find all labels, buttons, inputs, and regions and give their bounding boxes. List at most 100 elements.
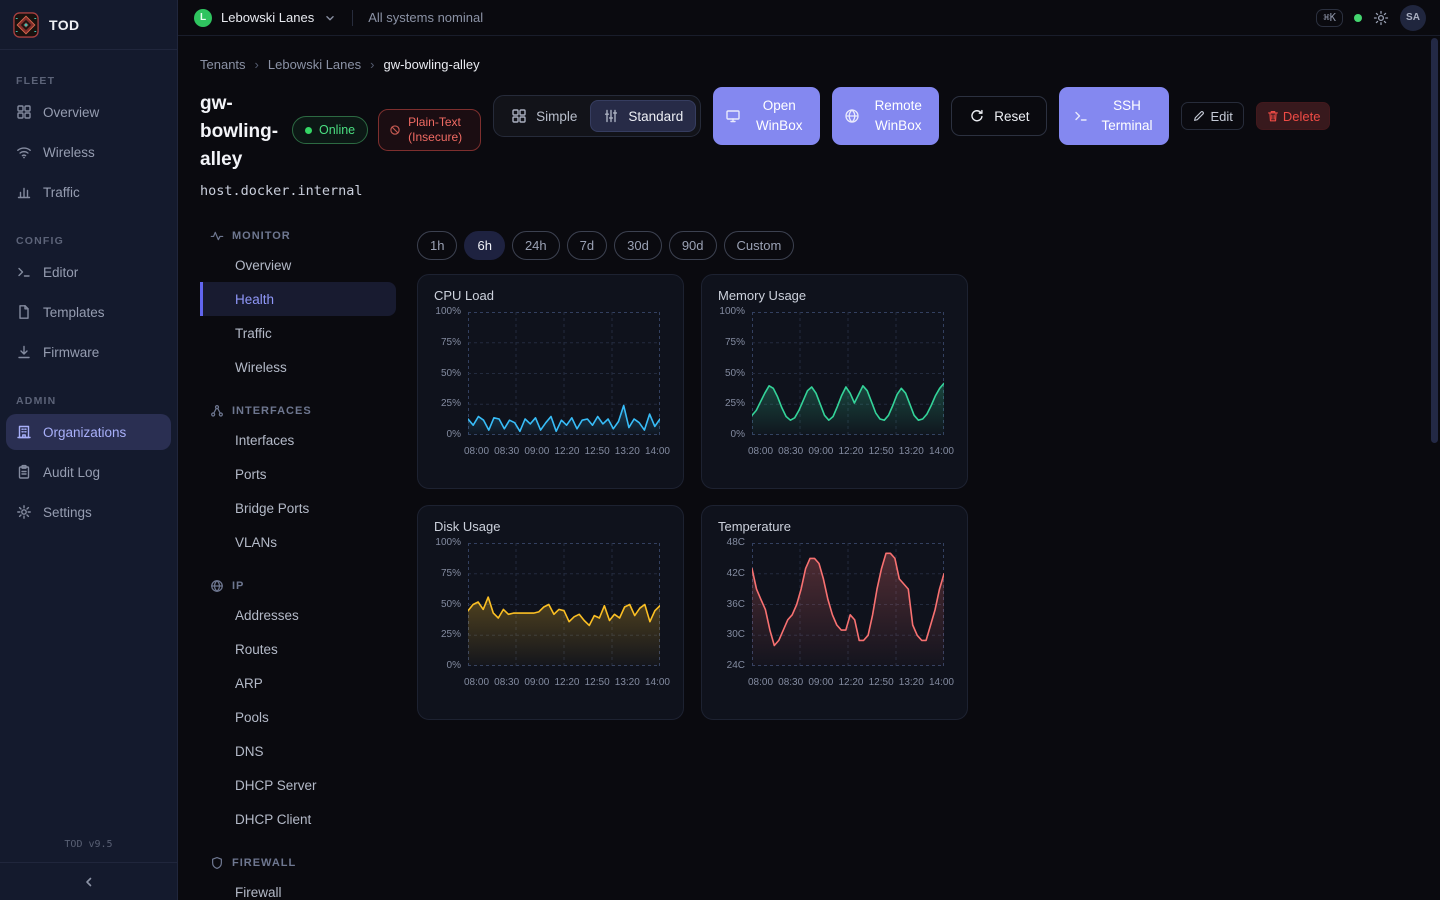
device-nav-item-vlans[interactable]: VLANs [200, 525, 396, 559]
device-host: host.docker.internal [200, 183, 1420, 199]
device-nav-item-routes[interactable]: Routes [200, 632, 396, 666]
remote-winbox-label: Remote WinBox [869, 96, 927, 136]
time-range-30d[interactable]: 30d [614, 231, 662, 260]
sidebar-item-settings[interactable]: Settings [6, 494, 171, 530]
chart-disk-usage: 100%75%50%25%0% [434, 543, 667, 671]
view-mode-simple[interactable]: Simple [498, 100, 590, 132]
breadcrumb-tenants[interactable]: Tenants [200, 57, 246, 72]
ssh-terminal-button[interactable]: SSH Terminal [1059, 87, 1169, 145]
device-nav-section-firewall: FIREWALL [200, 856, 396, 870]
sidebar-item-label: Audit Log [43, 465, 100, 480]
open-winbox-label: Open WinBox [750, 96, 808, 136]
simple-label: Simple [536, 109, 577, 124]
x-axis-labels: 08:0008:3009:0012:2012:5013:2014:00 [748, 677, 954, 688]
device-nav-item-wireless[interactable]: Wireless [200, 350, 396, 384]
user-avatar[interactable]: SA [1400, 5, 1426, 31]
chart-card-memory-usage: Memory Usage 100%75%50%25%0% 08:0008:300… [701, 274, 968, 489]
view-mode-standard[interactable]: Standard [590, 100, 696, 132]
insecure-badge-label: Plain-Text (Insecure) [408, 115, 470, 145]
device-nav-section-monitor: MONITOR [200, 229, 396, 243]
chart-plot-memory-usage [752, 312, 944, 435]
chart-plot-cpu-load [468, 312, 660, 435]
reset-button[interactable]: Reset [951, 96, 1047, 136]
delete-button[interactable]: Delete [1256, 102, 1331, 130]
chevron-down-icon [323, 11, 337, 25]
device-nav-item-bridge-ports[interactable]: Bridge Ports [200, 491, 396, 525]
y-axis-labels: 100%75%50%25%0% [718, 307, 752, 440]
device-nav-item-interfaces[interactable]: Interfaces [200, 423, 396, 457]
sidebar-item-editor[interactable]: Editor [6, 254, 171, 290]
chart-temperature: 48C42C36C30C24C [718, 543, 951, 671]
tenant-selector[interactable]: L Lebowski Lanes [194, 9, 337, 27]
reset-label: Reset [994, 109, 1029, 124]
chart-title-temperature: Temperature [718, 519, 951, 534]
time-range-90d[interactable]: 90d [669, 231, 717, 260]
sidebar-item-templates[interactable]: Templates [6, 294, 171, 330]
topbar-divider [352, 10, 353, 26]
chart-title-memory-usage: Memory Usage [718, 288, 951, 303]
remote-winbox-button[interactable]: Remote WinBox [832, 87, 939, 145]
sidebar-footer: TOD v9.5 [0, 829, 177, 900]
device-nav-item-dhcp-server[interactable]: DHCP Server [200, 768, 396, 802]
sidebar-item-firmware[interactable]: Firmware [6, 334, 171, 370]
y-axis-labels: 100%75%50%25%0% [434, 307, 468, 440]
device-nav-item-overview[interactable]: Overview [200, 248, 396, 282]
globe-icon [210, 579, 224, 593]
chart-card-disk-usage: Disk Usage 100%75%50%25%0% 08:0008:3009:… [417, 505, 684, 720]
sidebar-item-overview[interactable]: Overview [6, 94, 171, 130]
bar-chart-icon [16, 184, 32, 200]
chevron-right-icon: › [370, 57, 374, 72]
download-icon [16, 344, 32, 360]
shield-icon [210, 856, 224, 870]
nav-section-label-config: CONFIG [16, 235, 161, 247]
device-nav-section-interfaces: INTERFACES [200, 404, 396, 418]
open-winbox-button[interactable]: Open WinBox [713, 87, 820, 145]
command-palette-shortcut[interactable]: ⌘K [1316, 9, 1343, 27]
nav-section-label-fleet: FLEET [16, 75, 161, 87]
device-nav-item-traffic[interactable]: Traffic [200, 316, 396, 350]
breadcrumb-tenant[interactable]: Lebowski Lanes [268, 57, 361, 72]
online-status-badge: Online [292, 116, 368, 144]
view-mode-toggle: Simple Standard [493, 95, 701, 137]
sidebar-item-label: Organizations [43, 425, 126, 440]
breadcrumb: Tenants › Lebowski Lanes › gw-bowling-al… [200, 57, 1420, 72]
terminal-icon [1073, 108, 1089, 124]
sidebar-item-wireless[interactable]: Wireless [6, 134, 171, 170]
tenant-name: Lebowski Lanes [221, 10, 314, 25]
topbar: L Lebowski Lanes All systems nominal ⌘K … [178, 0, 1440, 36]
sliders-icon [603, 108, 619, 124]
monitor-icon [725, 108, 741, 124]
device-nav-item-dns[interactable]: DNS [200, 734, 396, 768]
grid-icon [511, 108, 527, 124]
theme-toggle-sun-icon[interactable] [1373, 10, 1389, 26]
content: Tenants › Lebowski Lanes › gw-bowling-al… [178, 36, 1440, 900]
sidebar-collapse-button[interactable] [0, 862, 177, 900]
device-nav: MONITOR OverviewHealthTrafficWireless INTE… [200, 209, 396, 900]
device-nav-item-pools[interactable]: Pools [200, 700, 396, 734]
time-range-custom[interactable]: Custom [724, 231, 795, 260]
device-body: MONITOR OverviewHealthTrafficWireless INTE… [200, 209, 1420, 900]
device-nav-item-health[interactable]: Health [200, 282, 396, 316]
edit-button[interactable]: Edit [1181, 102, 1243, 130]
time-range-7d[interactable]: 7d [567, 231, 607, 260]
device-nav-item-addresses[interactable]: Addresses [200, 598, 396, 632]
time-range-1h[interactable]: 1h [417, 231, 457, 260]
device-nav-item-dhcp-client[interactable]: DHCP Client [200, 802, 396, 836]
device-nav-item-ports[interactable]: Ports [200, 457, 396, 491]
chart-cpu-load: 100%75%50%25%0% [434, 312, 667, 440]
sidebar-item-organizations[interactable]: Organizations [6, 414, 171, 450]
sidebar-item-traffic[interactable]: Traffic [6, 174, 171, 210]
primary-sidebar: TOD FLEET Overview Wireless Traffic CONFIG Ed… [0, 0, 178, 900]
scrollbar-thumb[interactable] [1431, 38, 1438, 443]
device-nav-section-label: FIREWALL [232, 857, 296, 869]
app-logo-home[interactable]: TOD [0, 0, 177, 50]
device-nav-item-firewall[interactable]: Firewall [200, 875, 396, 900]
time-range-selector: 1h6h 24h7d30d90dCustom [417, 231, 1420, 260]
device-header: gw-bowling-alley Online Plain-Text (Inse… [200, 90, 1420, 174]
time-range-6h[interactable]: 6h [464, 231, 504, 260]
network-icon [210, 404, 224, 418]
edit-label: Edit [1210, 109, 1232, 124]
device-nav-item-arp[interactable]: ARP [200, 666, 396, 700]
sidebar-item-audit-log[interactable]: Audit Log [6, 454, 171, 490]
time-range-24h[interactable]: 24h [512, 231, 560, 260]
